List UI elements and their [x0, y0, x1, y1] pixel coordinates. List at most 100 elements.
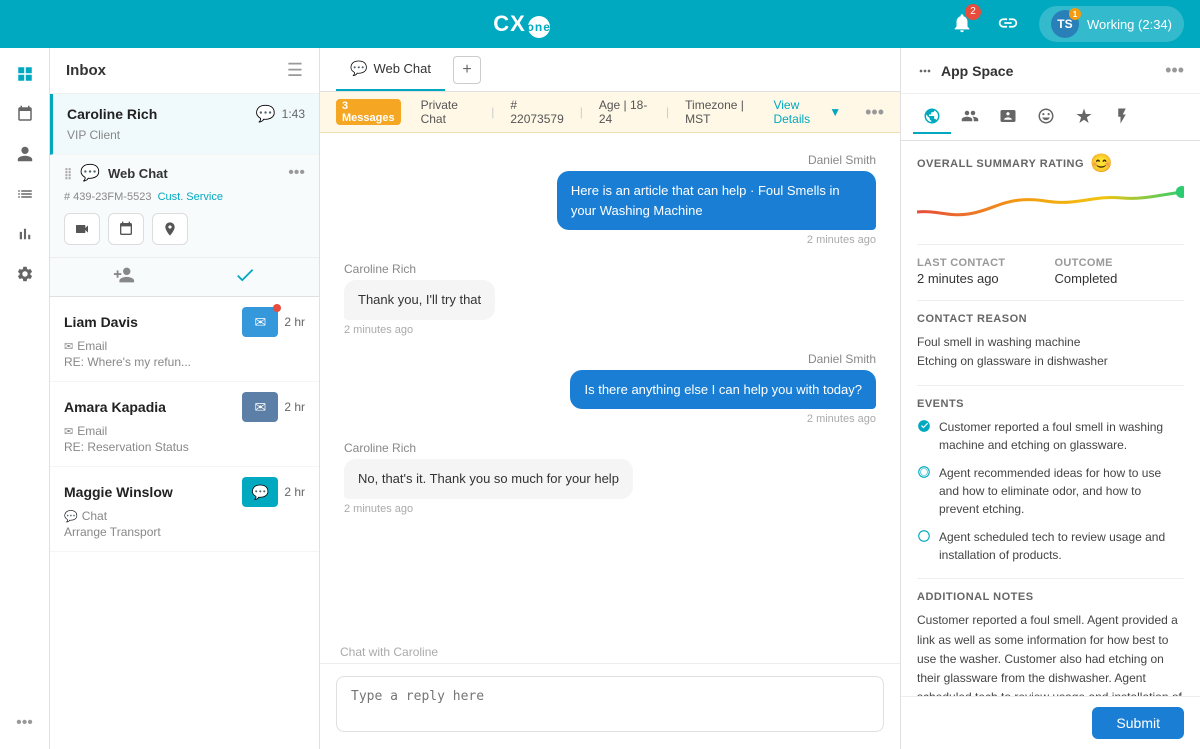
sidebar-item-list[interactable] [7, 176, 43, 212]
location-action-btn[interactable] [152, 213, 188, 245]
last-contact-label: LAST CONTACT [917, 257, 1047, 269]
contact-name: Amara Kapadia [64, 399, 166, 415]
view-details-btn[interactable]: View Details ▼ [773, 98, 841, 126]
msg-text: No, that's it. Thank you so much for you… [358, 471, 619, 486]
contact-item-maggie[interactable]: Maggie Winslow 💬 2 hr 💬 Chat Arrange Tra… [50, 467, 319, 552]
app-tab-sentiment[interactable] [1027, 100, 1065, 134]
wave-chart [917, 182, 1184, 230]
webchat-menu-icon[interactable]: ••• [288, 164, 305, 182]
divider [917, 244, 1184, 245]
message-row: Caroline Rich Thank you, I'll try that 2… [344, 262, 876, 336]
contact-reason-label: CONTACT REASON [917, 313, 1184, 325]
message-row: Daniel Smith Here is an article that can… [344, 153, 876, 246]
message-row: Daniel Smith Is there anything else I ca… [344, 352, 876, 426]
app-tab-sparkle[interactable] [1065, 100, 1103, 134]
additional-notes-text: Customer reported a foul smell. Agent pr… [917, 611, 1184, 696]
app-tab-id[interactable] [989, 100, 1027, 134]
app-space-title: App Space [917, 63, 1013, 79]
msg-sender: Caroline Rich [344, 262, 416, 276]
notifications-button[interactable]: 2 [947, 8, 977, 41]
event-item: Agent recommended ideas for how to use a… [917, 464, 1184, 518]
email-icon2: ✉ [242, 392, 278, 422]
inbox-panel: Inbox ☰ Caroline Rich 💬 1:43 VIP Client … [50, 48, 320, 749]
calendar-action-btn[interactable] [108, 213, 144, 245]
msg-time: 2 minutes ago [344, 503, 413, 515]
timezone: Timezone | MST [685, 98, 757, 126]
events-label: EVENTS [917, 398, 1184, 410]
outcome-label: OUTCOME [1055, 257, 1185, 269]
drag-icon: ⣿ [64, 167, 72, 180]
msg-sender: Daniel Smith [808, 153, 876, 167]
icon-sidebar: ••• [0, 48, 50, 749]
case-id: # 22073579 [510, 98, 563, 126]
chat-bubble-icon: 💬 [242, 477, 278, 507]
agent-status[interactable]: TS 1 Working (2:34) [1039, 6, 1184, 42]
event-item: Customer reported a foul smell in washin… [917, 418, 1184, 454]
contact-reason-section: CONTACT REASON Foul smell in washing mac… [917, 313, 1184, 371]
event-text: Agent recommended ideas for how to use a… [939, 464, 1184, 518]
chat-main: 💬 Web Chat + 3 Messages Private Chat | #… [320, 48, 900, 749]
additional-notes-label: ADDITIONAL NOTES [917, 591, 1184, 603]
chat-meta-bar: 3 Messages Private Chat | # 22073579 | A… [320, 92, 900, 133]
app-tab-lightning[interactable] [1103, 100, 1141, 134]
event-text: Agent scheduled tech to review usage and… [939, 528, 1184, 564]
sidebar-item-chart[interactable] [7, 216, 43, 252]
message-bubble: No, that's it. Thank you so much for you… [344, 459, 633, 499]
video-action-btn[interactable] [64, 213, 100, 245]
sidebar-item-calendar[interactable] [7, 96, 43, 132]
events-section: EVENTS Customer reported a foul smell in… [917, 398, 1184, 564]
msg-time: 2 minutes ago [807, 413, 876, 425]
webchat-id: # 439-23FM-5523 Cust. Service [50, 191, 319, 207]
assign-btn[interactable] [113, 264, 135, 286]
submit-row: Submit [901, 696, 1200, 749]
chat-tab-bar: 💬 Web Chat + [320, 48, 900, 92]
sidebar-item-settings[interactable] [7, 256, 43, 292]
webchat-chat-icon: 💬 [80, 163, 100, 183]
chat-tab-webchat[interactable]: 💬 Web Chat [336, 48, 445, 91]
webchat-footer-btns [50, 257, 319, 296]
msg-sender: Caroline Rich [344, 441, 416, 455]
app-tab-atom[interactable] [913, 100, 951, 134]
app-space: App Space ••• [900, 48, 1200, 749]
sidebar-item-user[interactable] [7, 136, 43, 172]
event-item: Agent scheduled tech to review usage and… [917, 528, 1184, 564]
contact-preview: RE: Where's my refun... [64, 355, 191, 369]
inbox-menu-icon[interactable]: ☰ [287, 60, 303, 81]
contact-outcome-grid: LAST CONTACT 2 minutes ago OUTCOME Compl… [917, 257, 1184, 286]
tab-label: Web Chat [373, 61, 431, 76]
meta-more-btn[interactable]: ••• [865, 102, 884, 123]
contact-reason-line2: Etching on glassware in dishwasher [917, 352, 1184, 371]
add-tab-button[interactable]: + [453, 56, 481, 84]
additional-notes-section: ADDITIONAL NOTES Customer reported a fou… [917, 591, 1184, 696]
submit-button[interactable]: Submit [1092, 707, 1184, 739]
divider [917, 578, 1184, 579]
msg-sender: Daniel Smith [808, 352, 876, 366]
app-space-header: App Space ••• [901, 48, 1200, 94]
top-nav: CXone 2 TS 1 Working (2:34) [0, 0, 1200, 48]
reply-box [320, 663, 900, 749]
link-button[interactable] [993, 8, 1023, 41]
reply-input[interactable] [336, 676, 884, 732]
complete-btn[interactable] [234, 264, 256, 286]
sidebar-item-grid[interactable] [7, 56, 43, 92]
event-text: Customer reported a foul smell in washin… [939, 418, 1184, 454]
last-contact-value: 2 minutes ago [917, 271, 1047, 286]
msg-text: Thank you, I'll try that [358, 292, 481, 307]
app-tab-people[interactable] [951, 100, 989, 134]
message-bubble: Thank you, I'll try that [344, 280, 495, 320]
sidebar-item-more[interactable]: ••• [7, 705, 43, 741]
app-space-menu[interactable]: ••• [1165, 60, 1184, 81]
contact-subtitle: VIP Client [67, 128, 120, 142]
contact-item-caroline[interactable]: Caroline Rich 💬 1:43 VIP Client [50, 94, 319, 155]
webchat-expanded: ⣿ 💬 Web Chat ••• # 439-23FM-5523 Cust. S… [50, 155, 319, 297]
private-chat: Private Chat [421, 98, 476, 126]
app-space-tabs [901, 94, 1200, 141]
agent-avatar: TS 1 [1051, 10, 1079, 38]
contact-item-liam[interactable]: Liam Davis ✉ 2 hr ✉ Email RE: Where's my… [50, 297, 319, 382]
contact-time: 1:43 [282, 107, 305, 121]
contact-item-amara[interactable]: Amara Kapadia ✉ 2 hr ✉ Email RE: Reserva… [50, 382, 319, 467]
agent-status-text: Working (2:34) [1087, 17, 1172, 32]
notif-badge: 2 [965, 4, 981, 20]
outcome-cell: OUTCOME Completed [1055, 257, 1185, 286]
webchat-header: ⣿ 💬 Web Chat ••• [50, 155, 319, 191]
